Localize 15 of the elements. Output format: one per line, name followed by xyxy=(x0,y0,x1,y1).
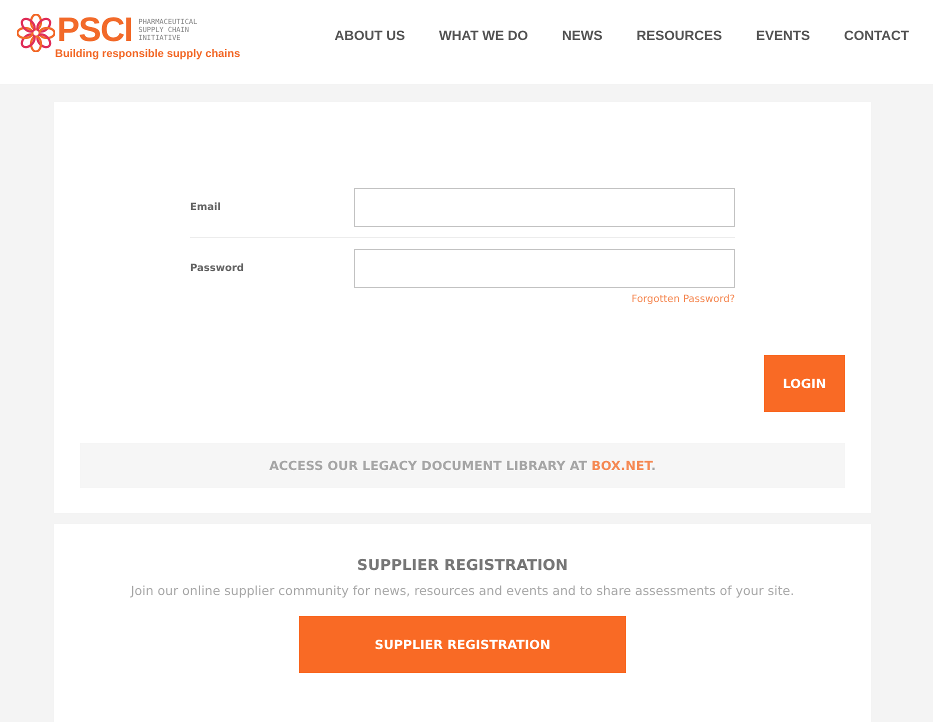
logo-icon[interactable] xyxy=(17,14,55,52)
nav-link[interactable]: WHAT WE DO xyxy=(438,28,528,42)
registration-title: SUPPLIER REGISTRATION xyxy=(357,556,568,574)
nav-link[interactable]: ABOUT US xyxy=(334,28,405,42)
nav-link[interactable]: RESOURCES xyxy=(636,28,722,42)
field-label: Password xyxy=(190,263,245,274)
input-field[interactable] xyxy=(354,188,735,227)
logo-tagline: Building responsible supply chains xyxy=(55,48,240,60)
registration-description: Join our online supplier community for news, resources and events and to share assessments of your site. xyxy=(130,583,794,598)
nav-link[interactable]: CONTACT xyxy=(844,28,909,42)
nav-link[interactable]: EVENTS xyxy=(756,28,810,42)
field-label: Email xyxy=(190,202,222,213)
input-field[interactable] xyxy=(354,249,735,288)
legacy-library-text: ACCESS OUR LEGACY DOCUMENT LIBRARY AT BOX.NET. xyxy=(269,458,656,473)
nav-link[interactable]: NEWS xyxy=(562,28,602,42)
